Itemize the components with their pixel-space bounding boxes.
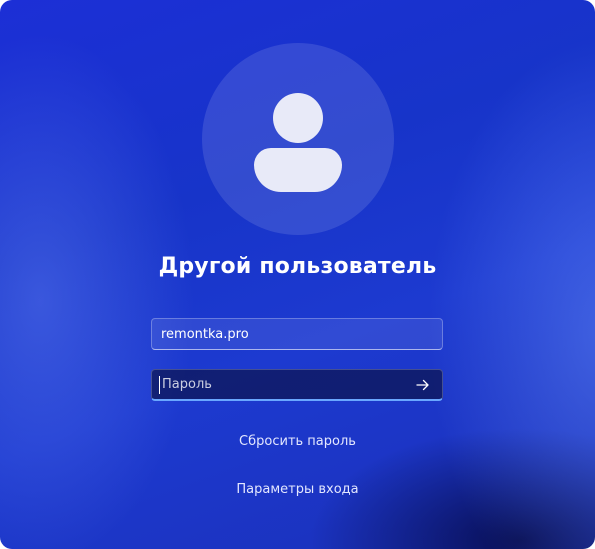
password-field[interactable]: Пароль [151,369,443,401]
username-field[interactable]: remontka.pro [151,318,443,350]
username-value: remontka.pro [161,327,249,342]
reset-password-link[interactable]: Сбросить пароль [0,434,595,449]
lock-screen: Другой пользователь remontka.pro Пароль … [0,0,595,549]
arrow-right-icon[interactable] [412,374,434,396]
avatar-body [254,148,342,192]
text-caret [159,376,160,394]
user-avatar [202,43,394,235]
user-title: Другой пользователь [158,254,437,279]
sign-in-options-link[interactable]: Параметры входа [0,482,595,497]
password-placeholder: Пароль [162,377,212,392]
avatar-head [273,93,323,143]
